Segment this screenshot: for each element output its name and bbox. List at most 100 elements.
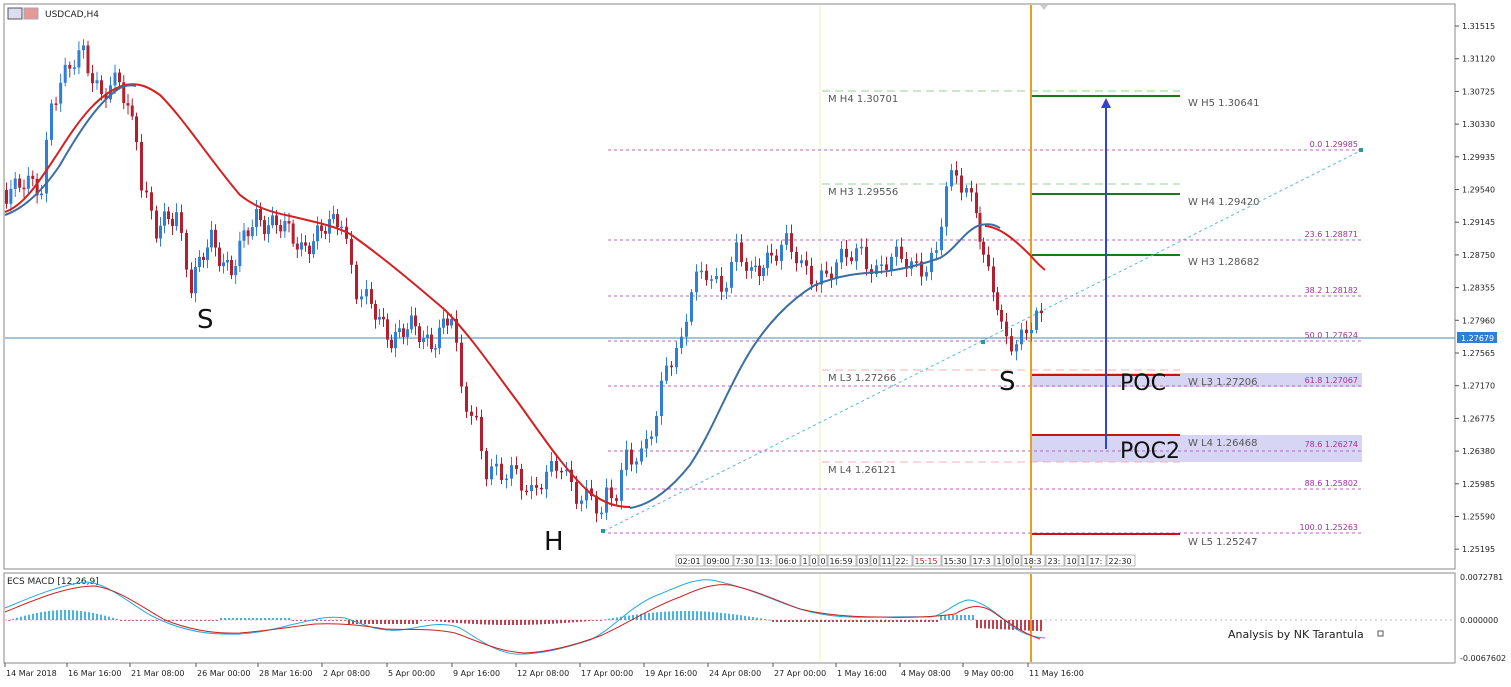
chart-window[interactable]: USDCAD,H4 M H4 1.30701 M H3 1.29556 M L3…	[0, 0, 1511, 687]
candle-bear	[18, 178, 22, 188]
macd-bar	[552, 620, 554, 624]
macd-bar	[776, 620, 778, 622]
candle-bear	[982, 241, 985, 255]
macd-bar	[584, 620, 586, 622]
candle-bull	[855, 248, 858, 262]
candle-bear	[130, 105, 134, 117]
candle-bear	[475, 415, 478, 418]
session-label: 18:3	[1024, 557, 1042, 566]
candle-bull	[159, 225, 162, 239]
macd-bar	[1028, 620, 1030, 631]
candle-bear	[810, 265, 813, 285]
candle-bull	[530, 485, 533, 492]
macd-bar	[832, 620, 834, 622]
macd-bar	[460, 620, 462, 624]
candle-bull	[935, 250, 938, 253]
macd-bar	[984, 620, 986, 629]
candle-bull	[250, 227, 254, 237]
macd-bar	[408, 620, 410, 624]
candle-bear	[259, 208, 262, 221]
candle-bear	[480, 416, 483, 451]
candle-bear	[214, 229, 217, 248]
candle-bear	[91, 73, 94, 84]
macd-bar	[324, 620, 326, 621]
price-tick-label: 1.25195	[1462, 545, 1495, 554]
macd-bar	[200, 620, 202, 621]
macd-bar	[220, 618, 222, 620]
macd-bar	[1040, 620, 1042, 632]
candle-bull	[640, 448, 643, 462]
candle-bull	[410, 315, 413, 330]
candle-bear	[845, 248, 848, 258]
left-shoulder-label: S	[197, 305, 214, 335]
candle-bull	[50, 103, 53, 140]
candle-bull	[754, 265, 757, 268]
macd-bar	[64, 610, 66, 620]
candle-bear	[430, 334, 433, 350]
macd-bar	[688, 611, 690, 620]
macd-bar	[932, 620, 934, 622]
candle-bull	[365, 289, 368, 297]
candle-bull	[426, 334, 429, 338]
candle-bull	[620, 469, 623, 501]
candle-bull	[40, 193, 43, 196]
macd-bar	[576, 620, 578, 623]
candle-bull	[545, 471, 548, 490]
macd-bar	[196, 620, 198, 621]
macd-bar	[96, 613, 98, 620]
candle-bull	[312, 241, 315, 255]
candle-bear	[992, 266, 995, 293]
candle-bear	[615, 498, 618, 501]
macd-bar	[936, 620, 938, 622]
candle-bull	[510, 465, 513, 479]
monthly-level-label: M L4 1.26121	[828, 465, 896, 476]
trend-line-handle[interactable]	[981, 340, 985, 344]
candle-bear	[790, 233, 793, 252]
candle-bear	[805, 260, 808, 266]
trend-line-handle[interactable]	[1359, 148, 1363, 152]
macd-bar	[572, 620, 574, 623]
macd-bar	[592, 620, 594, 621]
macd-bar	[112, 617, 114, 620]
macd-bar	[492, 620, 494, 625]
macd-bar	[864, 620, 866, 622]
macd-bar	[48, 610, 50, 620]
macd-bar	[116, 618, 118, 620]
candle-bull	[965, 188, 968, 193]
macd-bar	[456, 620, 458, 623]
macd-bar	[376, 620, 378, 624]
macd-bar	[788, 620, 790, 622]
session-label: 06:0	[779, 557, 797, 566]
macd-bar	[104, 615, 106, 620]
candle-bear	[86, 45, 90, 74]
candle-bear	[402, 328, 405, 337]
macd-bar	[644, 613, 646, 620]
candle-bull	[13, 178, 17, 189]
candle-bull	[645, 438, 648, 449]
macd-bar	[728, 613, 730, 620]
candle-bull	[895, 246, 898, 257]
macd-bar	[404, 620, 406, 624]
candle-bear	[5, 190, 8, 204]
price-tick-label: 1.31120	[1462, 55, 1495, 64]
candle-bull	[715, 275, 718, 280]
current-price-text: 1.27679	[1461, 334, 1494, 343]
macd-bar	[496, 620, 498, 625]
session-label: 0	[1006, 557, 1011, 566]
candle-bull	[1030, 329, 1033, 334]
macd-bar	[968, 615, 970, 620]
fib-label: 38.2 1.28182	[1305, 286, 1358, 295]
time-tick-label: 2 Apr 08:00	[323, 669, 370, 678]
candle-bear	[900, 246, 903, 259]
candle-bull	[635, 461, 638, 465]
macd-bar	[1020, 620, 1022, 631]
time-tick-label: 11 May 16:00	[1029, 669, 1084, 678]
candle-bear	[246, 230, 250, 237]
macd-bar	[532, 620, 534, 625]
trend-line-handle[interactable]	[601, 529, 605, 533]
candle-bear	[460, 342, 463, 387]
macd-bar	[796, 620, 798, 622]
candle-bear	[520, 468, 523, 491]
macd-bar	[296, 620, 298, 621]
session-label: 22:	[896, 557, 909, 566]
